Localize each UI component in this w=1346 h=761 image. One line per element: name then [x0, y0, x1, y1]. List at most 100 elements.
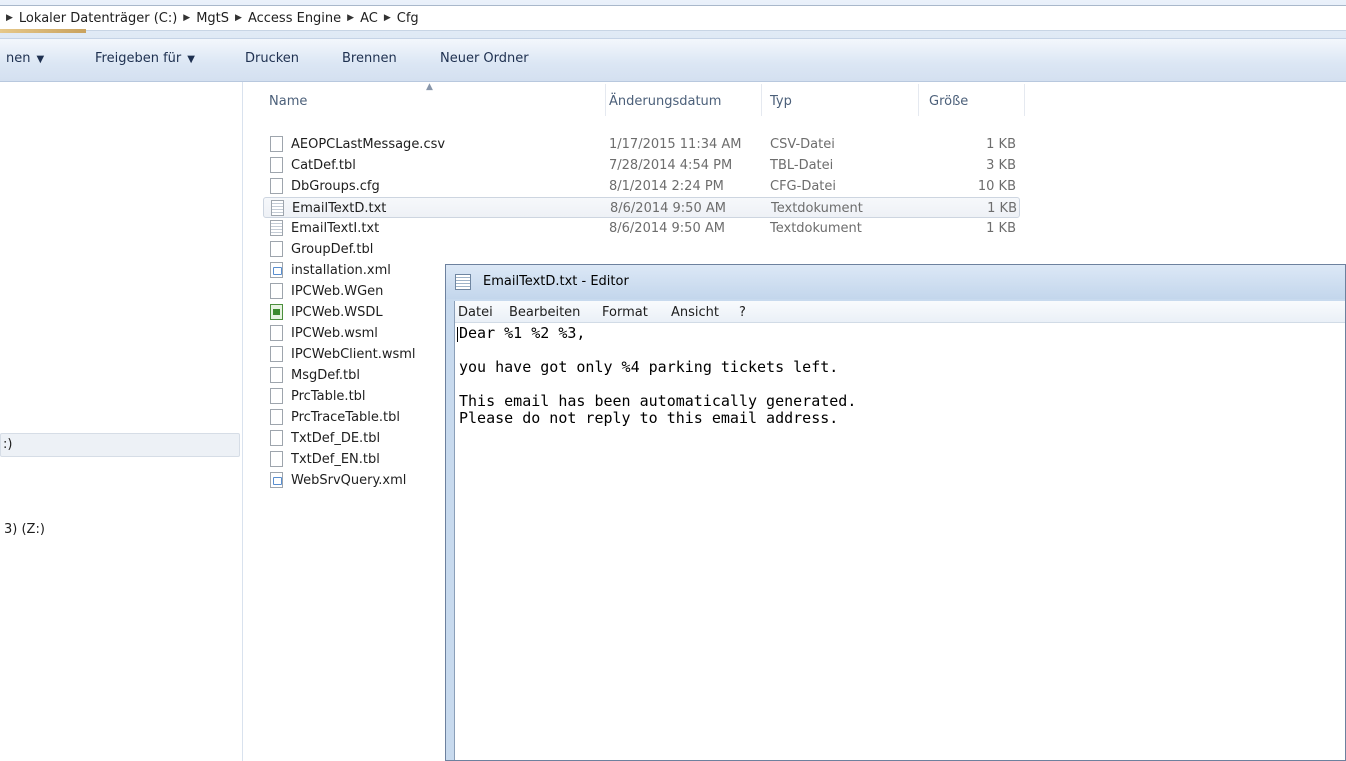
command-toolbar: nen ▼ Freigeben für ▼ Drucken Brennen Neue… — [0, 39, 1346, 82]
address-progress-bar — [0, 29, 86, 33]
address-bar[interactable]: ▶ Lokaler Datenträger (C:) ▶ MgtS ▶ Acce… — [0, 5, 1346, 31]
breadcrumb-cfg[interactable]: Cfg — [397, 11, 419, 26]
file-name: IPCWeb.WSDL — [291, 305, 383, 320]
file-icon — [270, 409, 283, 425]
breadcrumb-chevron-icon[interactable]: ▶ — [6, 13, 13, 23]
toolbar-burn-button[interactable]: Brennen — [342, 51, 397, 66]
file-name: WebSrvQuery.xml — [291, 473, 407, 488]
notepad-icon[interactable] — [455, 274, 471, 290]
file-name: PrcTable.tbl — [291, 389, 366, 404]
menu-ansicht[interactable]: Ansicht — [671, 305, 719, 320]
breadcrumb-mgts[interactable]: MgtS — [196, 11, 229, 26]
file-name: PrcTraceTable.tbl — [291, 410, 401, 425]
file-name: MsgDef.tbl — [291, 368, 360, 383]
file-date: 8/1/2014 2:24 PM — [609, 179, 724, 194]
file-type: CSV-Datei — [770, 137, 835, 152]
column-divider[interactable] — [605, 84, 606, 116]
file-icon — [270, 325, 283, 341]
file-row[interactable]: GroupDef.tbl — [263, 239, 1020, 260]
file-name: EmailTextD.txt — [292, 201, 387, 216]
file-name: DbGroups.cfg — [291, 179, 380, 194]
file-type: TBL-Datei — [770, 158, 834, 173]
menu-format[interactable]: Format — [602, 305, 648, 320]
column-header-date[interactable]: Änderungsdatum — [609, 94, 721, 114]
file-name: EmailTextI.txt — [291, 221, 380, 236]
file-name: CatDef.tbl — [291, 158, 356, 173]
column-header-size[interactable]: Größe — [929, 94, 968, 114]
navigation-pane[interactable]: :) 3) (Z:) — [0, 82, 243, 761]
menu-bearbeiten[interactable]: Bearbeiten — [509, 305, 580, 320]
text-file-icon — [271, 200, 284, 216]
notepad-client-area: Datei Bearbeiten Format Ansicht ? Dear %… — [454, 301, 1345, 760]
file-size: 1 KB — [986, 137, 1016, 152]
column-header-name[interactable]: Name — [269, 94, 307, 114]
file-row[interactable]: DbGroups.cfg 8/1/2014 2:24 PM CFG-Datei 10 … — [263, 176, 1020, 197]
dropdown-arrow-icon: ▼ — [36, 54, 45, 65]
file-icon — [270, 367, 283, 383]
breadcrumb-chevron-icon[interactable]: ▶ — [235, 13, 242, 23]
file-icon — [270, 136, 283, 152]
file-size: 3 KB — [986, 158, 1016, 173]
file-name: TxtDef_EN.tbl — [291, 452, 380, 467]
file-row[interactable]: AEOPCLastMessage.csv 1/17/2015 11:34 AM CS… — [263, 134, 1020, 155]
column-divider[interactable] — [918, 84, 919, 116]
file-icon — [270, 388, 283, 404]
column-divider[interactable] — [1024, 84, 1025, 116]
notepad-window[interactable]: EmailTextD.txt - Editor Datei Bearbeiten… — [445, 264, 1346, 761]
file-size: 10 KB — [977, 179, 1016, 194]
file-row[interactable]: CatDef.tbl 7/28/2014 4:54 PM TBL-Datei 3 KB — [263, 155, 1020, 176]
file-date: 7/28/2014 4:54 PM — [609, 158, 733, 173]
file-icon — [270, 346, 283, 362]
xml-file-icon — [270, 472, 283, 488]
file-name: IPCWeb.WGen — [291, 284, 384, 299]
sort-ascending-icon: ▲ — [426, 82, 433, 92]
xml-file-icon — [270, 262, 283, 278]
file-row[interactable]: EmailTextI.txt 8/6/2014 9:50 AM Textdokume… — [263, 218, 1020, 239]
column-divider[interactable] — [761, 84, 762, 116]
menu-help[interactable]: ? — [739, 305, 746, 320]
breadcrumb-chevron-icon[interactable]: ▶ — [347, 13, 354, 23]
file-size: 1 KB — [986, 221, 1016, 236]
file-type: Textdokument — [770, 221, 862, 236]
file-name: TxtDef_DE.tbl — [291, 431, 381, 446]
file-name: IPCWebClient.wsml — [291, 347, 416, 362]
file-name: IPCWeb.wsml — [291, 326, 378, 341]
notepad-title-bar[interactable]: EmailTextD.txt - Editor — [446, 265, 1345, 299]
breadcrumb-local-disk[interactable]: Lokaler Datenträger (C:) — [19, 11, 177, 26]
toolbar-share-button[interactable]: Freigeben für ▼ — [95, 51, 195, 66]
column-header-type[interactable]: Typ — [770, 94, 792, 114]
notepad-menu-bar: Datei Bearbeiten Format Ansicht ? — [455, 301, 1345, 323]
wsdl-file-icon — [270, 304, 283, 320]
breadcrumb-access-engine[interactable]: Access Engine — [248, 11, 341, 26]
file-icon — [270, 430, 283, 446]
file-date: 8/6/2014 9:50 AM — [609, 221, 725, 236]
notepad-text-area[interactable]: Dear %1 %2 %3, you have got only %4 park… — [459, 325, 856, 427]
file-name: GroupDef.tbl — [291, 242, 374, 257]
file-name: AEOPCLastMessage.csv — [291, 137, 446, 152]
breadcrumb-chevron-icon[interactable]: ▶ — [384, 13, 391, 23]
file-date: 1/17/2015 11:34 AM — [609, 137, 742, 152]
file-size: 1 KB — [987, 201, 1017, 216]
text-cursor — [457, 327, 458, 342]
breadcrumb-ac[interactable]: AC — [360, 11, 378, 26]
nav-item-drive-z[interactable]: 3) (Z:) — [4, 522, 45, 537]
file-name: installation.xml — [291, 263, 391, 278]
toolbar-organize-button[interactable]: nen ▼ — [6, 51, 44, 66]
address-bar-area: ▶ Lokaler Datenträger (C:) ▶ MgtS ▶ Acce… — [0, 0, 1346, 39]
nav-item-drive-c[interactable]: :) — [0, 433, 240, 457]
breadcrumb-chevron-icon[interactable]: ▶ — [183, 13, 190, 23]
menu-datei[interactable]: Datei — [458, 305, 493, 320]
file-icon — [270, 451, 283, 467]
file-icon — [270, 157, 283, 173]
text-file-icon — [270, 220, 283, 236]
file-type: Textdokument — [771, 201, 863, 216]
file-icon — [270, 178, 283, 194]
file-icon — [270, 241, 283, 257]
file-row[interactable]: EmailTextD.txt 8/6/2014 9:50 AM Textdokume… — [263, 197, 1020, 218]
file-icon — [270, 283, 283, 299]
file-date: 8/6/2014 9:50 AM — [610, 201, 726, 216]
toolbar-print-button[interactable]: Drucken — [245, 51, 299, 66]
toolbar-new-folder-button[interactable]: Neuer Ordner — [440, 51, 529, 66]
notepad-title: EmailTextD.txt - Editor — [483, 274, 629, 289]
file-type: CFG-Datei — [770, 179, 837, 194]
